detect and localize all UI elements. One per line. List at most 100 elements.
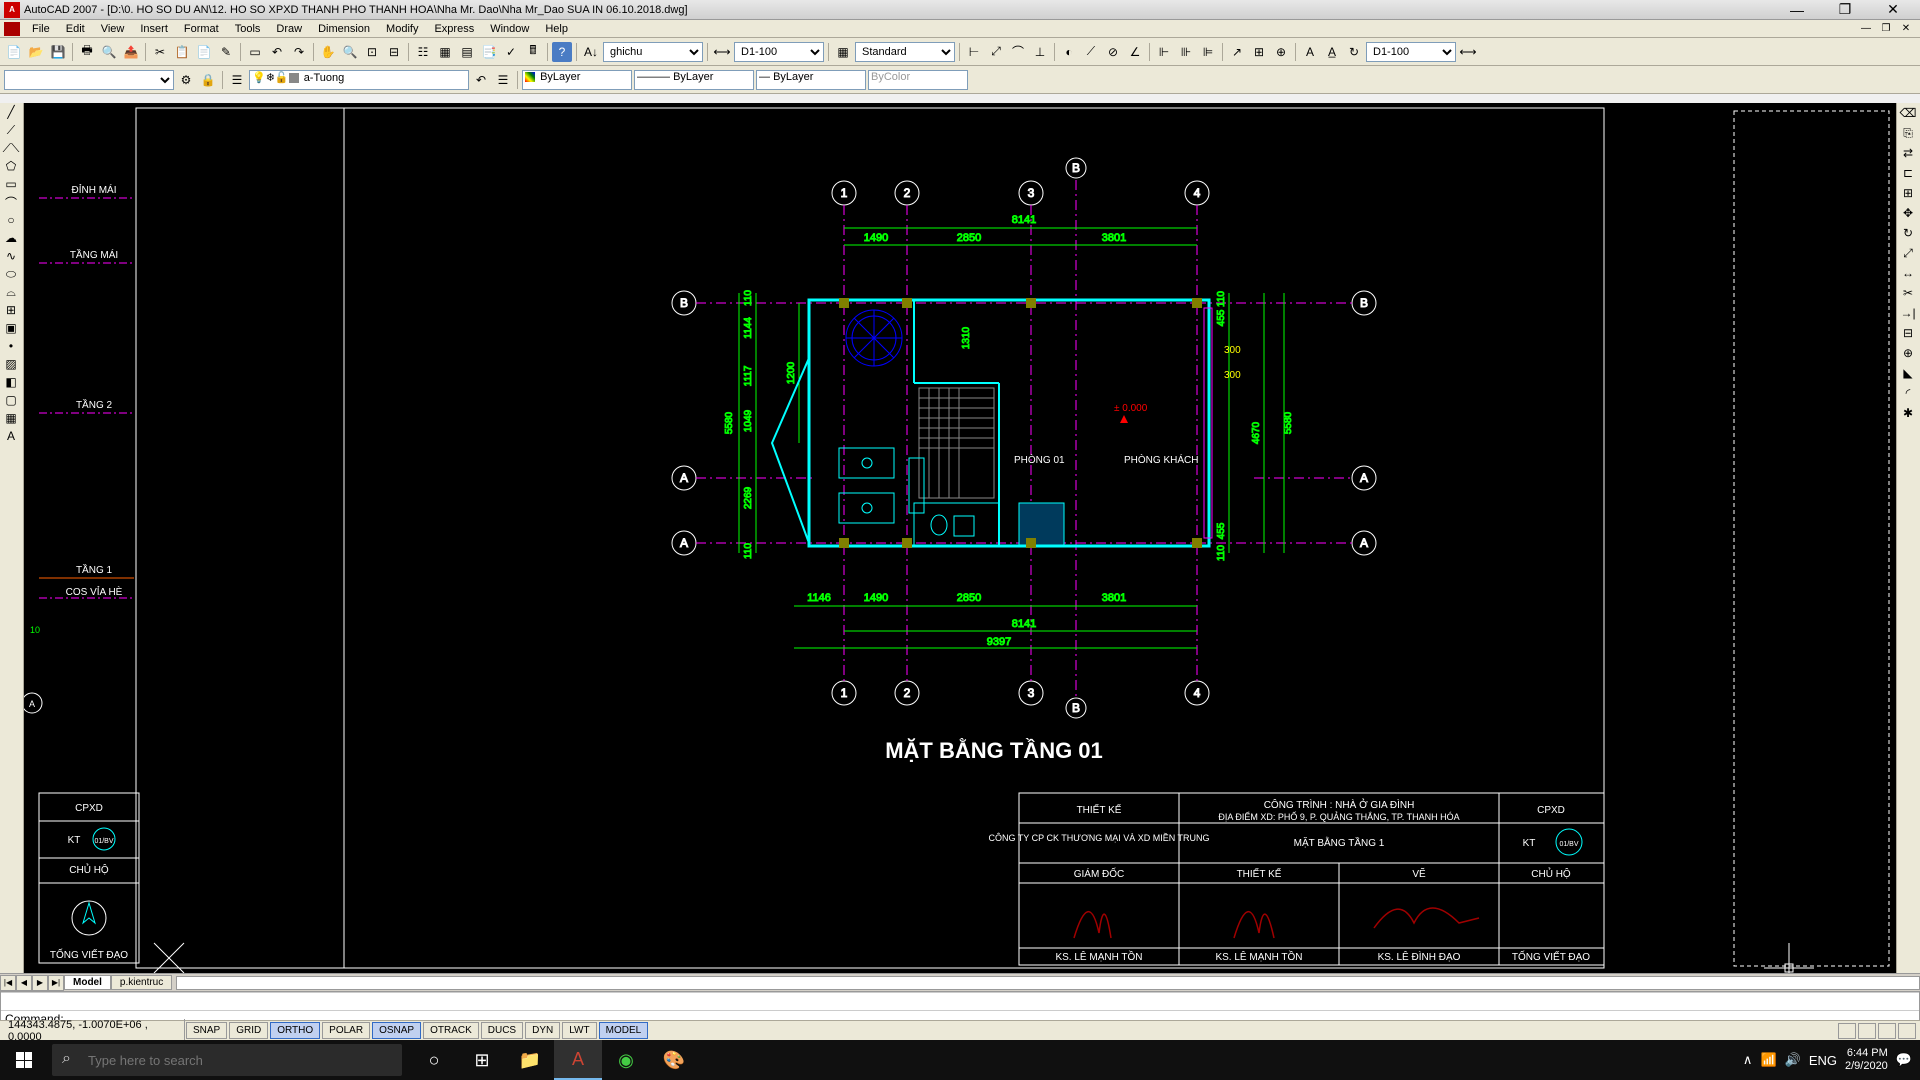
close-button[interactable]: ✕ [1870,1,1916,19]
cortana-icon[interactable]: ○ [410,1040,458,1080]
dim-linear-icon[interactable]: ⊢ [964,42,984,62]
dim-rad-icon[interactable]: ◐ [1059,42,1079,62]
table-icon[interactable]: ▦ [0,409,22,427]
textstyle-icon[interactable]: A↓ [581,42,601,62]
dim-jog-icon[interactable]: ⟋ [1081,42,1101,62]
layer-prev-icon[interactable]: ↶ [471,70,491,90]
menu-insert[interactable]: Insert [132,21,176,37]
color-combo[interactable]: ByLayer [522,70,632,90]
dimov-icon[interactable]: ⟷ [1458,42,1478,62]
cut-icon[interactable]: ✂ [150,42,170,62]
toggle-polar[interactable]: POLAR [322,1022,370,1039]
dimstyle-icon[interactable]: ⟷ [712,42,732,62]
menu-format[interactable]: Format [176,21,227,37]
toggle-grid[interactable]: GRID [229,1022,268,1039]
hatch-icon[interactable]: ▨ [0,355,22,373]
linetype-combo[interactable]: ——— ByLayer [634,70,754,90]
fillet-icon[interactable]: ◜ [1897,383,1919,403]
toggle-snap[interactable]: SNAP [186,1022,227,1039]
explode-icon[interactable]: ✱ [1897,403,1919,423]
match-icon[interactable]: ✎ [216,42,236,62]
dimed-icon[interactable]: A [1300,42,1320,62]
dc-icon[interactable]: ▦ [435,42,455,62]
leader-icon[interactable]: ↗ [1227,42,1247,62]
menu-express[interactable]: Express [426,21,482,37]
join-icon[interactable]: ⊕ [1897,343,1919,363]
clock[interactable]: 6:44 PM2/9/2020 [1845,1047,1888,1073]
copy-obj-icon[interactable]: ⎘ [1897,123,1919,143]
dimted-icon[interactable]: A̲ [1322,42,1342,62]
zoom-win-icon[interactable]: ⊡ [362,42,382,62]
mirror-icon[interactable]: ⇄ [1897,143,1919,163]
status-lock-icon[interactable] [1858,1023,1876,1039]
lweight-combo[interactable]: — ByLayer [756,70,866,90]
drawing-viewport[interactable]: ĐỈNH MÁI TẦNG MÁI TẦNG 2 TẦNG 1 COS VỈA … [24,103,1896,973]
line-icon[interactable]: ╱ [0,103,22,121]
dim-quick-icon[interactable]: ⊩ [1154,42,1174,62]
tab-last[interactable]: ▶| [48,975,64,991]
menu-draw[interactable]: Draw [268,21,310,37]
polygon-icon[interactable]: ⬠ [0,157,22,175]
toggle-lwt[interactable]: LWT [562,1022,596,1039]
pline-icon[interactable]: ⟋⟍ [0,139,22,157]
qcalc-icon[interactable]: 🖩 [523,42,543,62]
undo-icon[interactable]: ↶ [267,42,287,62]
publish-icon[interactable]: 📤 [121,42,141,62]
taskview-icon[interactable]: ⊞ [458,1040,506,1080]
chrome-icon[interactable]: ◉ [602,1040,650,1080]
status-clean-icon[interactable] [1898,1023,1916,1039]
pan-icon[interactable]: ✋ [318,42,338,62]
tab-first[interactable]: |◀ [0,975,16,991]
new-icon[interactable]: 📄 [4,42,24,62]
toggle-osnap[interactable]: OSNAP [372,1022,421,1039]
prop-icon[interactable]: ☷ [413,42,433,62]
toggle-dyn[interactable]: DYN [525,1022,560,1039]
insert-icon[interactable]: ⊞ [0,301,22,319]
toggle-otrack[interactable]: OTRACK [423,1022,479,1039]
textstyle-combo[interactable]: ghichu [603,42,703,62]
menu-tools[interactable]: Tools [227,21,269,37]
dim-aligned-icon[interactable]: ⤢ [986,42,1006,62]
mdi-minimize[interactable]: — [1856,22,1876,36]
chamfer-icon[interactable]: ◣ [1897,363,1919,383]
copy-icon[interactable]: 📋 [172,42,192,62]
wifi-icon[interactable]: 📶 [1760,1052,1776,1068]
move-icon[interactable]: ✥ [1897,203,1919,223]
erase-icon[interactable]: ⌫ [1897,103,1919,123]
makeblock-icon[interactable]: ▣ [0,319,22,337]
save-icon[interactable]: 💾 [48,42,68,62]
gradient-icon[interactable]: ◧ [0,373,22,391]
revcloud-icon[interactable]: ☁ [0,229,22,247]
preview-icon[interactable]: 🔍 [99,42,119,62]
tab-next[interactable]: ▶ [32,975,48,991]
lang-indicator[interactable]: ENG [1809,1053,1837,1068]
xline-icon[interactable]: ⟋ [0,121,22,139]
ellipse-icon[interactable]: ⬭ [0,265,22,283]
dim-arc-icon[interactable]: ⌒ [1008,42,1028,62]
tab-model[interactable]: Model [64,975,111,990]
autocad-task-icon[interactable]: A [554,1040,602,1080]
ssm-icon[interactable]: 📑 [479,42,499,62]
zoom-rt-icon[interactable]: 🔍 [340,42,360,62]
dimstyle2-combo[interactable]: D1-100 [1366,42,1456,62]
menu-edit[interactable]: Edit [58,21,93,37]
ws-lock-icon[interactable]: 🔒 [198,70,218,90]
paint-icon[interactable]: 🎨 [650,1040,698,1080]
menu-dimension[interactable]: Dimension [310,21,378,37]
layer-state-icon[interactable]: ☰ [493,70,513,90]
menu-view[interactable]: View [93,21,133,37]
break-icon[interactable]: ⊟ [1897,323,1919,343]
volume-icon[interactable]: 🔊 [1785,1052,1801,1068]
arc-icon[interactable]: ⌒ [0,193,22,211]
scale-icon[interactable]: ⤢ [1897,243,1919,263]
region-icon[interactable]: ▢ [0,391,22,409]
explorer-icon[interactable]: 📁 [506,1040,554,1080]
mtext-icon[interactable]: A [0,427,22,445]
center-icon[interactable]: ⊕ [1271,42,1291,62]
dim-ang-icon[interactable]: ∠ [1125,42,1145,62]
stretch-icon[interactable]: ↔ [1897,263,1919,283]
rotate-icon[interactable]: ↻ [1897,223,1919,243]
dim-ord-icon[interactable]: ⊥ [1030,42,1050,62]
ellarc-icon[interactable]: ⌓ [0,283,22,301]
tp-icon[interactable]: ▤ [457,42,477,62]
